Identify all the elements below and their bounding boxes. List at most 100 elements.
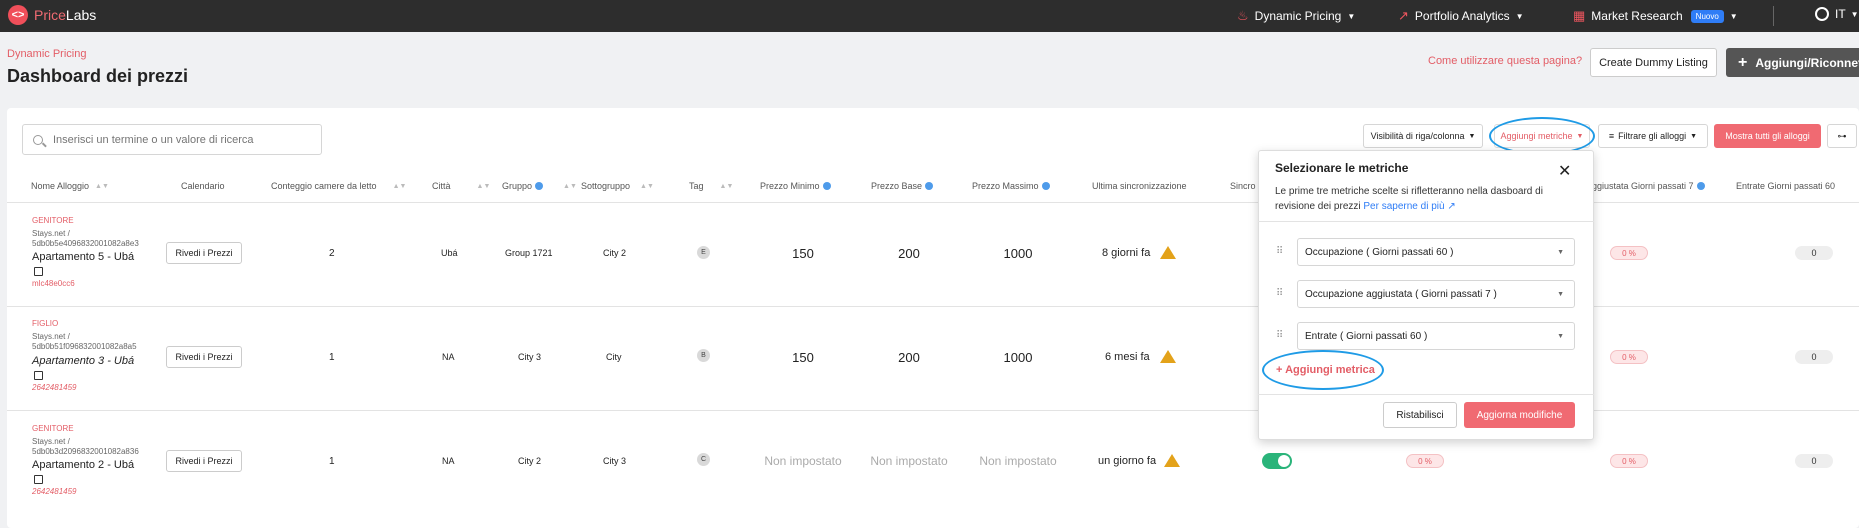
col-name[interactable]: Nome Alloggio ▲▼ <box>31 181 109 191</box>
listing-source-id: 5db0b5e4096832001082a8e3 <box>32 239 139 248</box>
search-box[interactable] <box>22 124 322 155</box>
col-base-price[interactable]: Prezzo Base <box>871 181 934 191</box>
sort-icon: ▲▼ <box>476 182 491 190</box>
col-group[interactable]: Gruppo ▲▼ <box>502 181 577 191</box>
chevron-down-icon: ▼ <box>1729 11 1738 21</box>
create-dummy-listing-button[interactable]: Create Dummy Listing <box>1590 48 1717 77</box>
chevron-down-icon: ▼ <box>1850 9 1859 19</box>
sort-icon: ▲▼ <box>719 182 734 190</box>
sort-icon: ▲▼ <box>392 182 407 190</box>
update-changes-button[interactable]: Aggiorna modifiche <box>1464 402 1575 428</box>
listing-name[interactable]: Apartamento 3 - Ubá <box>32 355 134 367</box>
col-sync[interactable]: Sincro <box>1230 181 1256 191</box>
nav-dynamic-pricing[interactable]: ♨ Dynamic Pricing ▼ <box>1237 8 1355 24</box>
drag-handle-icon[interactable]: ⠿ <box>1276 289 1284 306</box>
logo-icon: <> <box>8 5 28 25</box>
metric-select-2[interactable]: Occupazione aggiustata ( Giorni passati … <box>1297 280 1575 308</box>
listing-name[interactable]: Apartamento 5 - Ubá <box>32 251 134 263</box>
show-all-listings-button[interactable]: Mostra tutti gli alloggi <box>1714 124 1821 148</box>
info-icon[interactable] <box>822 182 831 190</box>
min-price-value[interactable]: 150 <box>763 246 843 261</box>
city-value: Ubá <box>441 248 458 258</box>
listing-name[interactable]: Apartamento 2 - Ubá <box>32 459 134 471</box>
nav-divider <box>1773 6 1774 26</box>
city-value: NA <box>442 352 455 362</box>
language-selector[interactable]: IT ▼ <box>1815 7 1859 21</box>
pricelabs-logo[interactable]: <> PriceLabs <box>8 5 96 25</box>
listing-id: 2642481459 <box>32 487 77 496</box>
col-last-sync[interactable]: Ultima sincronizzazione <box>1092 181 1187 191</box>
external-link-icon[interactable]: ↗ <box>1445 201 1455 212</box>
filter-listings-button[interactable]: ≡ Filtrare gli alloggi ▼ <box>1598 124 1708 148</box>
warning-icon <box>1164 454 1180 467</box>
col-max-price[interactable]: Prezzo Massimo <box>972 181 1050 191</box>
adj-occupancy-pill: 0 % <box>1610 454 1648 468</box>
info-icon[interactable] <box>1696 182 1705 190</box>
top-navbar: <> PriceLabs ♨ Dynamic Pricing ▼ ↗ Portf… <box>0 0 1859 32</box>
last-sync-value: 8 giorni fa <box>1102 247 1151 259</box>
info-icon[interactable] <box>1041 182 1050 190</box>
col-tag[interactable]: Tag ▲▼ <box>689 181 733 191</box>
sync-toggle[interactable] <box>1262 453 1292 469</box>
last-sync-value: un giorno fa <box>1098 455 1157 467</box>
max-price-value[interactable]: 1000 <box>978 246 1058 261</box>
base-price-value[interactable]: 200 <box>869 350 949 365</box>
info-icon[interactable] <box>925 182 934 190</box>
external-link-icon[interactable] <box>34 371 43 380</box>
subgroup-value: City 2 <box>603 248 627 258</box>
hierarchy-icon[interactable]: ⊶ <box>1827 124 1857 148</box>
max-price-value[interactable]: Non impostato <box>973 454 1063 468</box>
col-adj-occ-7[interactable]: ggiustata Giorni passati 7 <box>1592 181 1705 191</box>
search-input[interactable] <box>53 133 303 146</box>
chevron-down-icon: ▼ <box>1557 248 1564 256</box>
new-badge: Nuovo <box>1690 9 1724 23</box>
sort-icon: ▲▼ <box>563 182 577 190</box>
col-revenue-60[interactable]: Entrate Giorni passati 60 <box>1736 181 1835 191</box>
breadcrumb[interactable]: Dynamic Pricing <box>7 48 86 60</box>
review-prices-button[interactable]: Rivedi i Prezzi <box>166 346 242 368</box>
col-city[interactable]: Città ▲▼ <box>432 181 490 191</box>
col-bedrooms[interactable]: Conteggio camere da letto ▲▼ <box>271 181 406 191</box>
warning-icon <box>1160 350 1176 363</box>
reset-button[interactable]: Ristabilisci <box>1383 402 1457 428</box>
adj-occupancy-pill: 0 % <box>1610 246 1648 260</box>
chevron-down-icon: ▼ <box>1690 132 1698 140</box>
listing-id: mlc48e0cc6 <box>32 279 75 288</box>
listing-source: Stays.net / <box>32 229 70 238</box>
subgroup-value: City 3 <box>603 456 627 466</box>
max-price-value[interactable]: 1000 <box>978 350 1058 365</box>
metric-select-1[interactable]: Occupazione ( Giorni passati 60 ) ▼ <box>1297 238 1575 266</box>
min-price-value[interactable]: 150 <box>763 350 843 365</box>
min-price-value[interactable]: Non impostato <box>758 454 848 468</box>
nav-market-research[interactable]: ▦ Market Research Nuovo ▼ <box>1573 8 1738 24</box>
add-reconnect-button[interactable]: + Aggiungi/Riconnetti <box>1726 48 1859 77</box>
row-column-visibility-button[interactable]: Visibilità di riga/colonna ▼ <box>1363 124 1483 148</box>
last-sync-value: 6 mesi fa <box>1105 351 1150 363</box>
bedrooms-value: 1 <box>329 456 335 467</box>
metric-select-3[interactable]: Entrate ( Giorni passati 60 ) ▼ <box>1297 322 1575 350</box>
close-icon[interactable]: ✕ <box>1558 161 1571 181</box>
col-subgroup[interactable]: Sottogruppo ▲▼ <box>581 181 654 191</box>
base-price-value[interactable]: 200 <box>869 246 949 261</box>
drag-handle-icon[interactable]: ⠿ <box>1276 247 1284 264</box>
brand-part-a: Price <box>34 7 66 23</box>
review-prices-button[interactable]: Rivedi i Prezzi <box>166 242 242 264</box>
panel-divider <box>1258 221 1594 222</box>
info-icon[interactable] <box>535 182 544 190</box>
col-min-price[interactable]: Prezzo Minimo <box>760 181 831 191</box>
learn-more-link[interactable]: Per saperne di più <box>1363 201 1444 212</box>
tag-chip: E <box>697 246 710 259</box>
filter-icon: ≡ <box>1608 131 1615 141</box>
listing-source: Stays.net / <box>32 437 70 446</box>
listing-source: Stays.net / <box>32 332 70 341</box>
external-link-icon[interactable] <box>34 267 43 276</box>
how-to-link[interactable]: Come utilizzare questa pagina? <box>1428 55 1582 67</box>
listing-role: GENITORE <box>32 216 74 225</box>
page-title: Dashboard dei prezzi <box>7 66 189 86</box>
base-price-value[interactable]: Non impostato <box>864 454 954 468</box>
external-link-icon[interactable] <box>34 475 43 484</box>
chevron-down-icon: ▼ <box>1468 132 1476 140</box>
review-prices-button[interactable]: Rivedi i Prezzi <box>166 450 242 472</box>
nav-portfolio-analytics[interactable]: ↗ Portfolio Analytics ▼ <box>1398 8 1524 24</box>
drag-handle-icon[interactable]: ⠿ <box>1276 331 1284 348</box>
